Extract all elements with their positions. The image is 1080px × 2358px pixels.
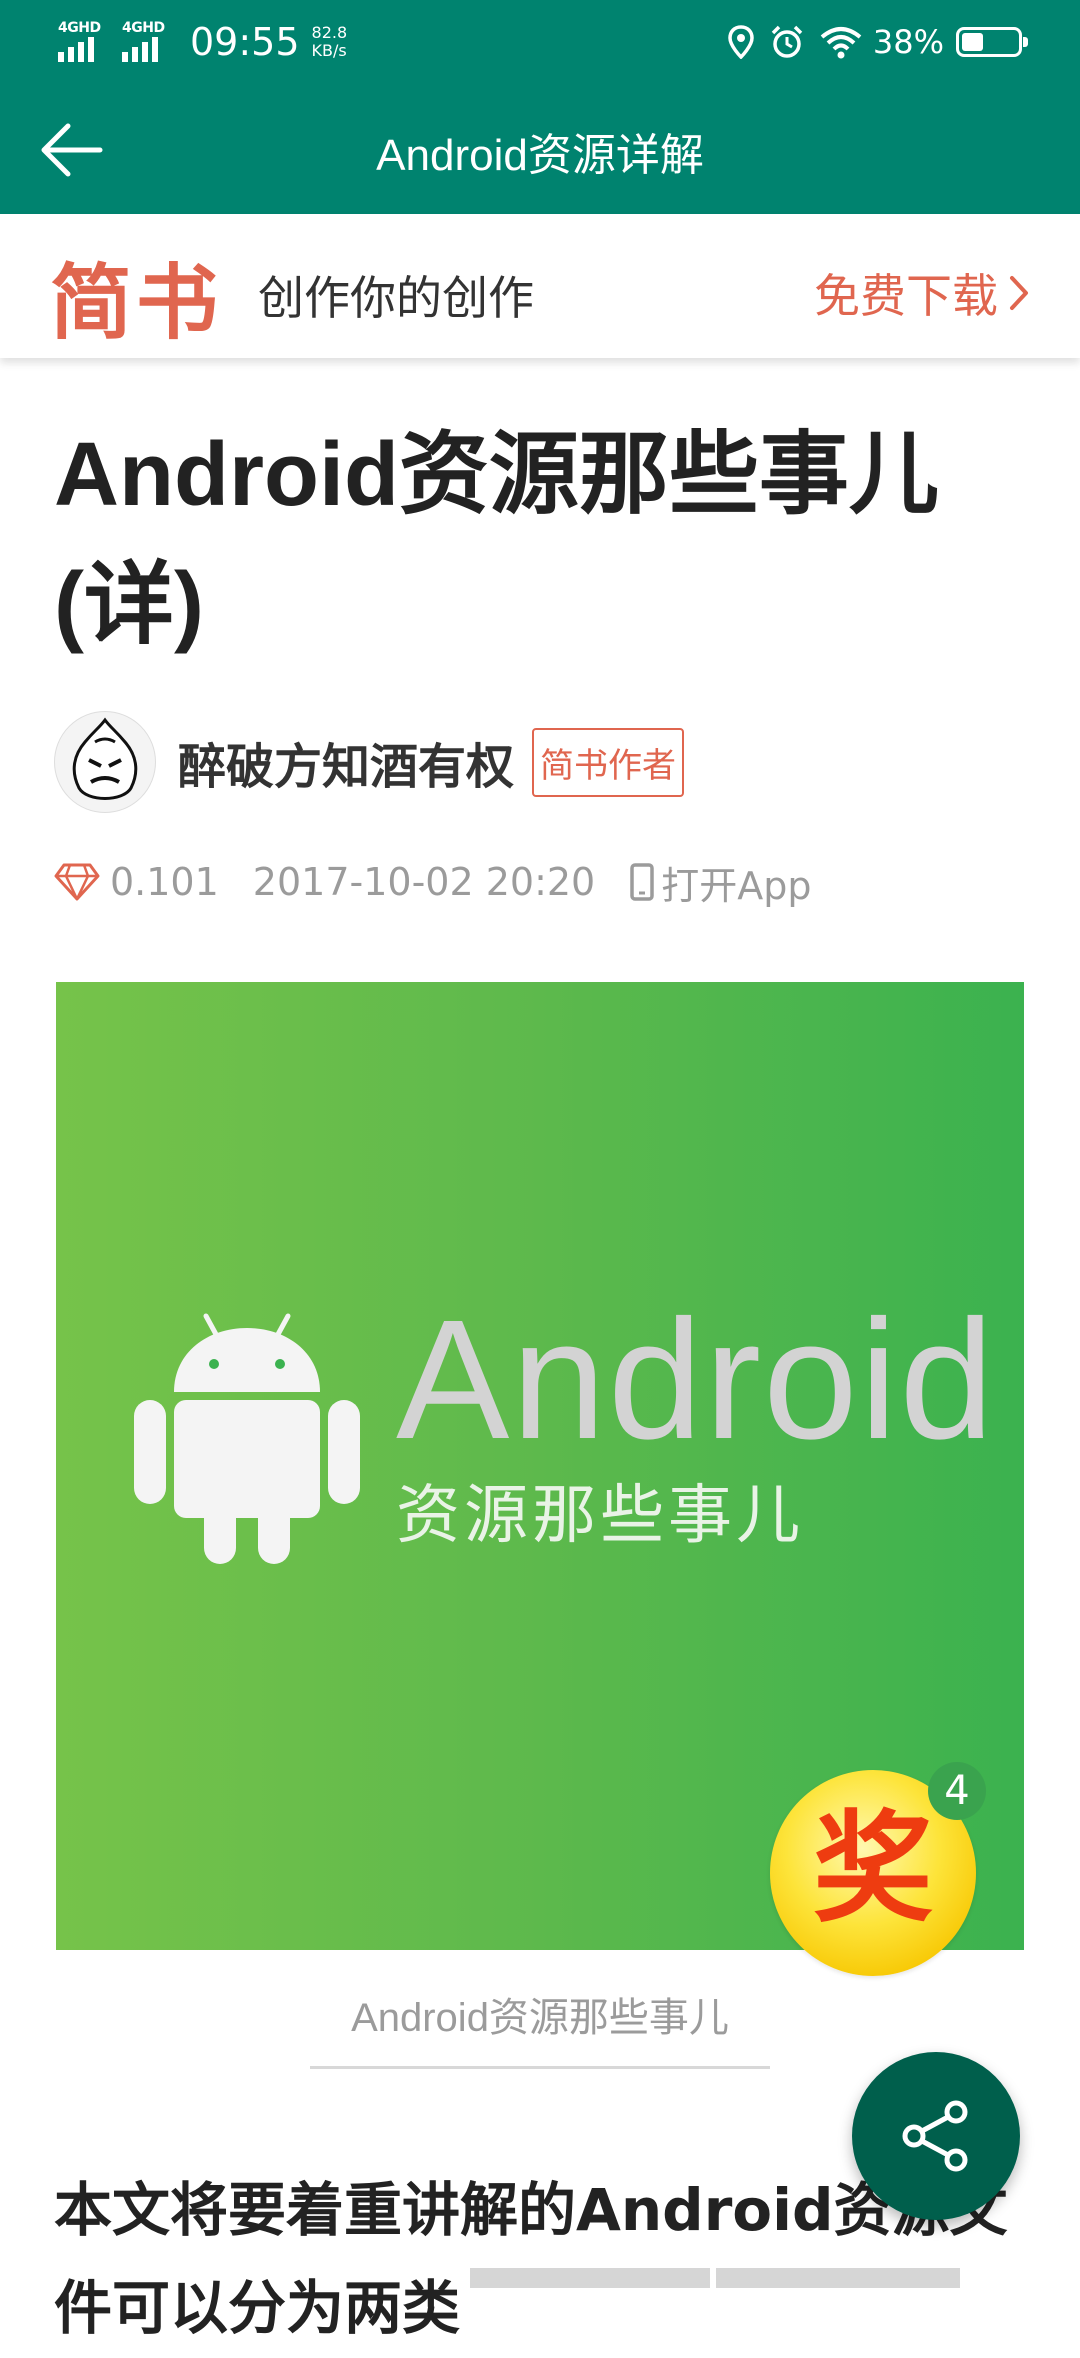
phone-icon	[630, 863, 654, 901]
location-icon	[728, 25, 754, 59]
award-count-badge: 4	[928, 1762, 986, 1820]
article-body-line-2: 件可以分为两类	[54, 2274, 461, 2342]
inline-code-highlight	[470, 2268, 710, 2288]
status-right: 38%	[713, 12, 1028, 72]
article-meta: 0.101 2017-10-02 20:20 打开App	[54, 852, 811, 912]
open-app-link[interactable]: 打开App	[629, 855, 811, 910]
share-icon	[902, 2100, 968, 2172]
award-glyph: 奖	[813, 1800, 933, 1939]
free-download-button[interactable]: 免费下载	[814, 260, 1030, 326]
caption-divider	[310, 2066, 770, 2069]
status-left: 4GHD 4GHD 09:55 82.8 KB/s	[58, 12, 347, 72]
author-row[interactable]: 醉破方知酒有权 简书作者	[54, 711, 685, 813]
image-caption: Android资源那些事儿	[351, 1996, 729, 2040]
share-button[interactable]	[852, 2052, 1020, 2220]
avatar-image	[72, 717, 138, 800]
signal-sim2-icon: 4GHD	[122, 20, 172, 64]
battery-icon	[956, 27, 1028, 57]
banner-slogan: 创作你的创作	[258, 271, 534, 325]
author-badge: 简书作者	[532, 727, 685, 797]
android-robot-icon	[134, 1313, 360, 1564]
sim1-label: 4GHD	[58, 20, 101, 36]
inline-code-highlight-2	[716, 2268, 960, 2288]
diamond-icon	[54, 863, 100, 901]
app-toolbar: Android资源详解	[0, 84, 1080, 214]
hero-title: Android	[396, 1285, 996, 1475]
signal-sim1-icon: 4GHD	[58, 20, 108, 64]
chevron-right-icon	[1010, 276, 1028, 310]
network-speed-unit: KB/s	[311, 41, 347, 60]
battery-percent: 38%	[872, 23, 944, 61]
article-title: Android资源那些事儿(详)	[54, 425, 939, 655]
network-speed-value: 82.8	[311, 23, 348, 42]
free-download-label: 免费下载	[814, 269, 998, 323]
hero-subtitle: 资源那些事儿	[396, 1479, 804, 1553]
diamond-count: 0.101	[110, 860, 219, 904]
network-speed: 82.8 KB/s	[312, 24, 348, 60]
status-bar: 4GHD 4GHD 09:55 82.8 KB/s 38%	[0, 0, 1080, 84]
jianshu-logo: 简书	[50, 256, 223, 351]
toolbar-title: Android资源详解	[376, 131, 704, 180]
publish-date: 2017-10-02 20:20	[252, 860, 596, 904]
status-time: 09:55	[190, 20, 300, 64]
author-avatar[interactable]	[54, 711, 156, 813]
wifi-icon	[820, 27, 862, 59]
open-app-label: 打开App	[661, 863, 812, 908]
author-name[interactable]: 醉破方知酒有权	[178, 727, 514, 797]
alarm-icon	[771, 25, 803, 58]
sim2-label: 4GHD	[122, 20, 165, 36]
battery-fill	[962, 33, 983, 51]
app-download-banner: 简书 创作你的创作 免费下载	[0, 214, 1080, 358]
